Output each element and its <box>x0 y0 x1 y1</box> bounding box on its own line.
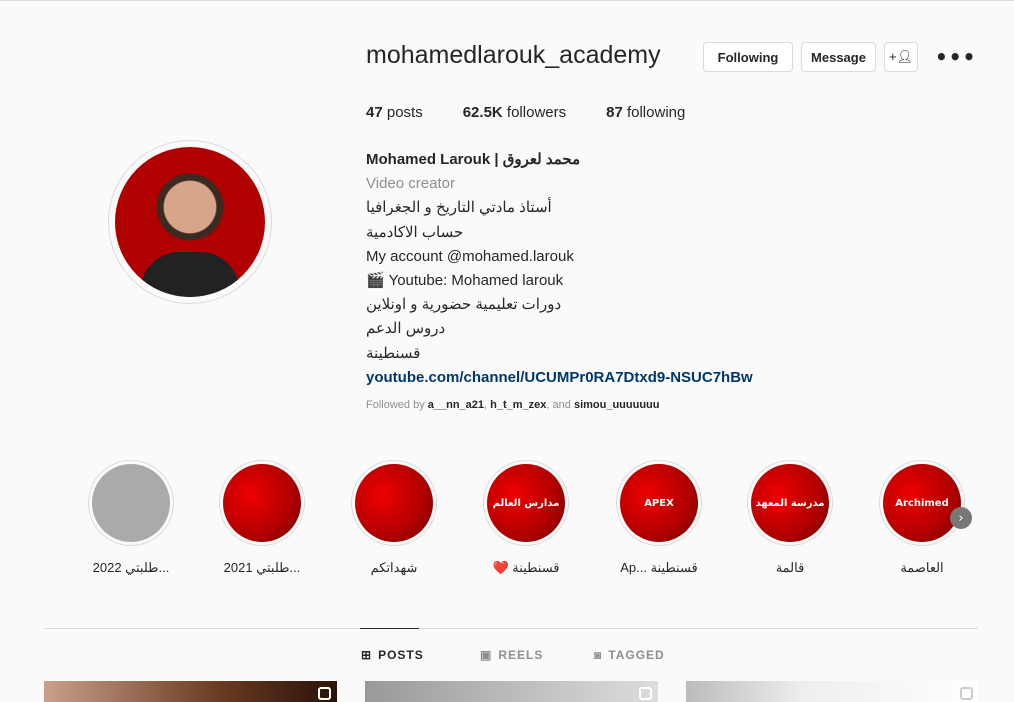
highlight[interactable]: طلبتي 2022... <box>88 460 174 576</box>
bio-line: دروس الدعم <box>366 320 446 338</box>
grid-icon: ⊞ <box>361 648 373 662</box>
highlight[interactable]: طلبتي 2021... <box>219 460 305 576</box>
category: Video creator <box>366 175 455 193</box>
bio-line: حساب الاكادمية <box>366 223 464 241</box>
active-tab-indicator <box>360 628 419 629</box>
bio: Mohamed Larouk | محمد لعروق Video creato… <box>366 148 753 390</box>
highlight[interactable]: APEX Ap... قسنطينة <box>616 460 702 576</box>
highlight[interactable]: مدارس العالم ❤️ قسنطينة <box>483 460 569 576</box>
followers-stat[interactable]: 62.5K followers <box>463 104 566 121</box>
divider <box>44 628 978 629</box>
full-name: Mohamed Larouk | محمد لعروق <box>366 151 581 168</box>
following-button[interactable]: Following <box>703 42 793 72</box>
followed-by[interactable]: Followed by a__nn_a21, h_t_m_zex, and si… <box>366 399 660 411</box>
message-button[interactable]: Message <box>801 42 876 72</box>
reel-icon <box>318 687 331 700</box>
profile-avatar[interactable] <box>108 140 272 304</box>
reels-icon: ▣ <box>480 648 493 662</box>
add-user-icon[interactable]: +👤︎ <box>884 42 918 72</box>
tab-reels[interactable]: ▣ REELS <box>480 648 543 662</box>
reel-icon <box>960 687 973 700</box>
bio-line: 🎬 Youtube: Mohamed larouk <box>366 272 564 290</box>
post-thumbnail[interactable] <box>686 681 979 702</box>
post-thumbnail[interactable] <box>44 681 337 702</box>
post-thumbnail[interactable] <box>365 681 658 702</box>
highlight[interactable]: مدرسة المعهد قالمة <box>747 460 833 576</box>
reel-icon <box>639 687 652 700</box>
following-stat[interactable]: 87 following <box>606 104 685 121</box>
bio-line: My account @mohamed.larouk <box>366 247 574 265</box>
more-icon[interactable]: ••• <box>935 45 976 69</box>
bio-line: قسنطينة <box>366 344 421 362</box>
bio-link[interactable]: youtube.com/channel/UCUMPr0RA7Dtxd9-NSUC… <box>366 366 753 390</box>
username: mohamedlarouk_academy <box>366 41 661 69</box>
tab-tagged[interactable]: ◙ TAGGED <box>594 648 665 662</box>
tab-posts[interactable]: ⊞ POSTS <box>361 648 424 662</box>
bio-line: أستاذ مادتي التاريخ و الجغرافيا <box>366 199 552 217</box>
posts-stat[interactable]: 47 posts <box>366 104 423 121</box>
profile-stats: 47 posts 62.5K followers 87 following <box>366 104 685 121</box>
tagged-icon: ◙ <box>594 648 603 662</box>
highlight[interactable]: شهداتكم <box>351 460 437 576</box>
bio-line: دورات تعليمية حضورية و اونلاين <box>366 296 562 314</box>
chevron-right-icon[interactable]: › <box>950 507 972 529</box>
